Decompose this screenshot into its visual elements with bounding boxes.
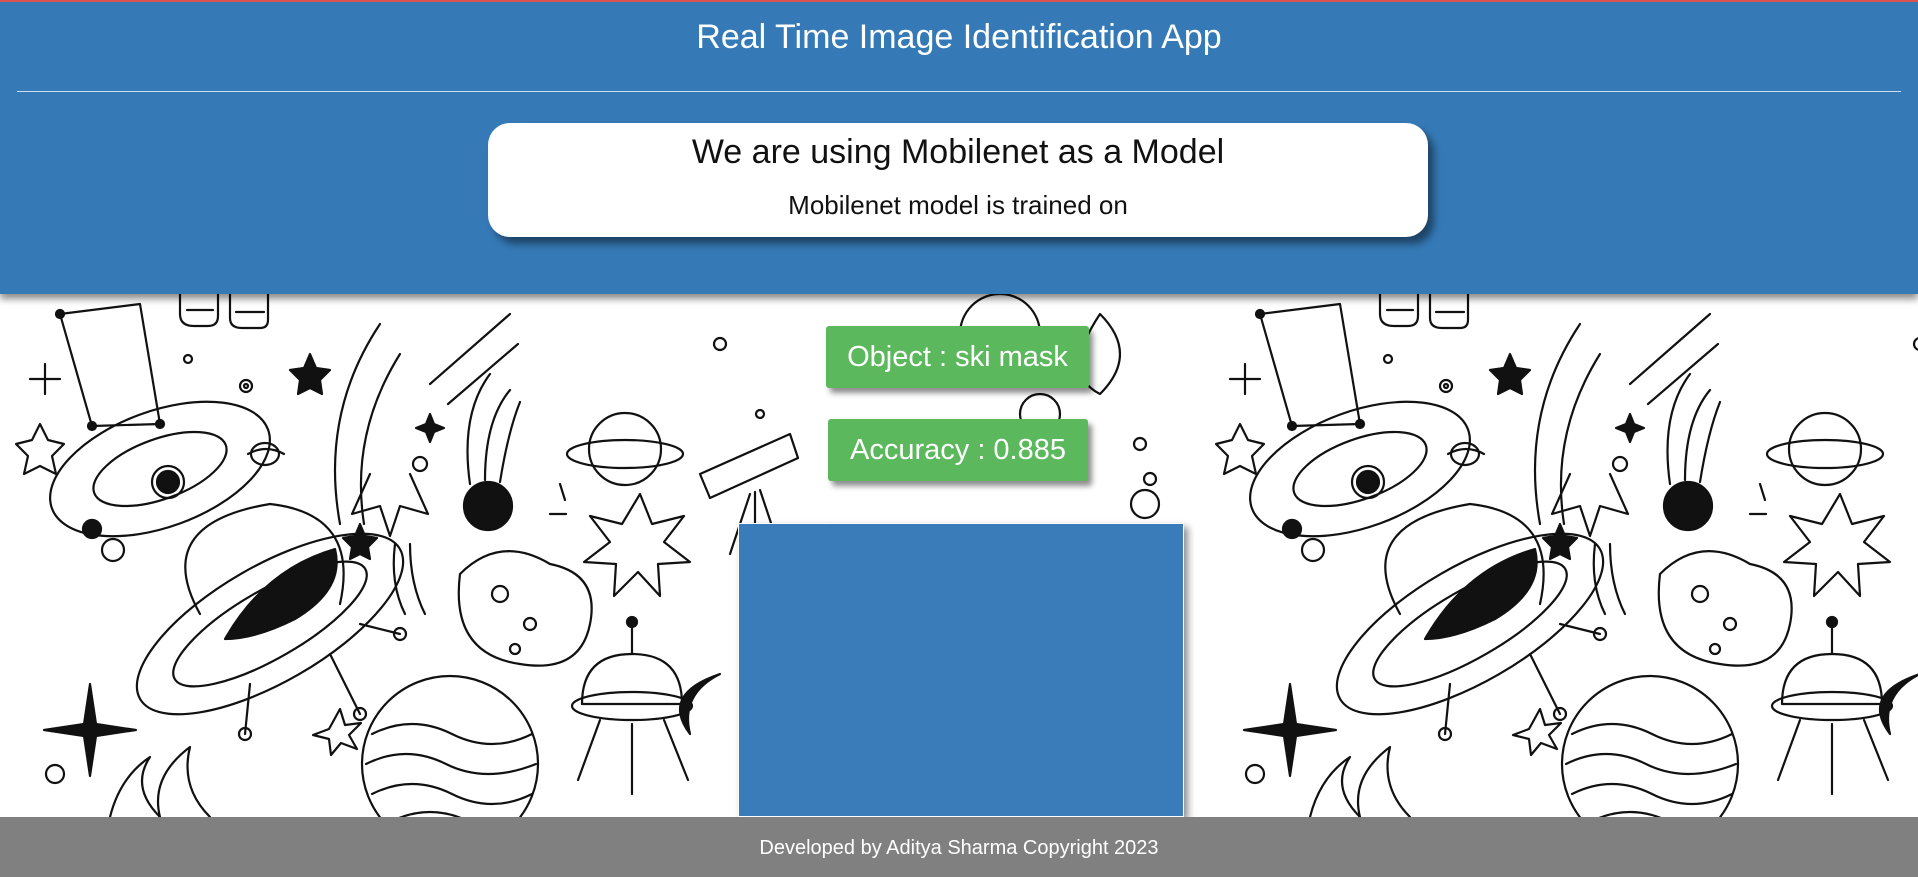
- footer-credit: Developed by Aditya Sharma Copyright 202…: [759, 837, 1159, 859]
- app-page: Real Time Image Identification App We ar…: [0, 0, 1918, 877]
- header-divider: [17, 91, 1901, 92]
- object-prediction-badge: Object : ski mask: [826, 326, 1089, 388]
- webcam-feed-panel: [738, 523, 1184, 817]
- app-title: Real Time Image Identification App: [696, 18, 1222, 56]
- accuracy-badge: Accuracy : 0.885: [828, 419, 1088, 481]
- model-title: We are using Mobilenet as a Model: [691, 133, 1225, 171]
- app-footer: Developed by Aditya Sharma Copyright 202…: [0, 817, 1918, 877]
- model-description: Mobilenet model is trained on: [788, 190, 1128, 220]
- app-header: Real Time Image Identification App We ar…: [0, 0, 1918, 294]
- model-info-card: We are using Mobilenet as a Model Mobile…: [488, 123, 1428, 237]
